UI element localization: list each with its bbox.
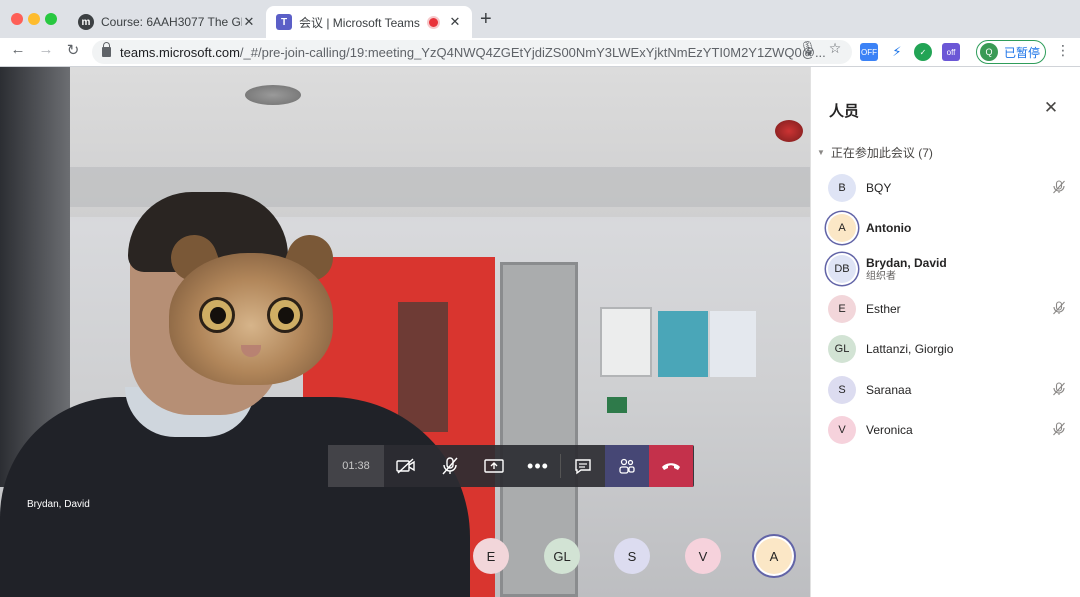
extension-off-icon[interactable]: OFF bbox=[860, 43, 878, 61]
moodle-icon: m bbox=[78, 14, 94, 30]
participant-name: BQY bbox=[866, 181, 892, 195]
avatar: A bbox=[828, 214, 856, 242]
browser-toolbar: ← → ↻ teams.microsoft.com /_#/pre-join-c… bbox=[0, 38, 1080, 67]
close-icon[interactable]: ✕ bbox=[448, 14, 462, 30]
participant-row[interactable]: B BQY bbox=[828, 172, 1068, 204]
participant-name: Esther bbox=[866, 302, 901, 316]
profile-avatar: Q bbox=[980, 43, 998, 61]
section-label: 正在参加此会议 (7) bbox=[830, 146, 933, 160]
participant-bubble-initials: S bbox=[627, 548, 637, 564]
browser-tab-bar: m Course: 6AAH3077 The Globa ✕ T 会议 | Mi… bbox=[0, 0, 1080, 38]
camera-off-button[interactable] bbox=[384, 445, 428, 487]
recording-indicator-icon bbox=[429, 17, 438, 27]
more-menu-icon[interactable]: ⋮ bbox=[1056, 42, 1070, 59]
participant-name: Antonio bbox=[866, 221, 912, 235]
hang-up-icon bbox=[662, 463, 680, 470]
hang-up-button[interactable] bbox=[649, 445, 693, 487]
lock-icon bbox=[102, 42, 111, 57]
call-timer: 01:38 bbox=[328, 445, 384, 487]
call-controls: 01:38 ••• bbox=[328, 445, 694, 487]
share-screen-icon bbox=[484, 458, 504, 473]
participant-name: Saranaa bbox=[866, 383, 912, 397]
browser-tab-course[interactable]: m Course: 6AAH3077 The Globa ✕ bbox=[68, 6, 266, 38]
mic-off-icon bbox=[442, 457, 458, 475]
participant-bubble-initials: E bbox=[486, 548, 496, 564]
participant-row[interactable]: GL Lattanzi, Giorgio bbox=[828, 333, 1068, 365]
tab-title: Course: 6AAH3077 The Globa bbox=[101, 15, 242, 29]
participant-bubble-initials: GL bbox=[553, 548, 571, 564]
reload-icon[interactable]: ↻ bbox=[63, 41, 83, 59]
address-bar[interactable]: teams.microsoft.com /_#/pre-join-calling… bbox=[92, 40, 852, 64]
participant-row[interactable]: S Saranaa bbox=[828, 374, 1068, 406]
participant-role: 组织者 bbox=[866, 270, 896, 282]
close-icon[interactable]: ✕ bbox=[1042, 98, 1060, 118]
close-icon[interactable]: ✕ bbox=[242, 14, 256, 30]
mic-off-icon bbox=[1050, 421, 1068, 439]
teams-icon: T bbox=[276, 14, 292, 30]
participants-icon bbox=[619, 458, 635, 474]
caret-down-icon: ▼ bbox=[817, 148, 825, 157]
extension-badge-off-icon[interactable]: off bbox=[942, 43, 960, 61]
avatar: S bbox=[828, 376, 856, 404]
mic-off-icon bbox=[1050, 381, 1068, 399]
in-meeting-section-toggle[interactable]: ▼ 正在参加此会议 (7) bbox=[817, 144, 933, 161]
people-panel: 人员 ✕ ▼ 正在参加此会议 (7) B BQY A Antonio DB Br… bbox=[810, 67, 1080, 597]
back-icon[interactable]: ← bbox=[8, 41, 28, 58]
participant-bubble[interactable]: S bbox=[614, 538, 650, 574]
avatar: GL bbox=[828, 335, 856, 363]
participant-bubble[interactable]: GL bbox=[544, 538, 580, 574]
participant-bubble-initials: V bbox=[698, 548, 708, 564]
microphone-icon[interactable]: 🎙 bbox=[799, 40, 817, 57]
panel-title: 人员 bbox=[829, 103, 860, 120]
camera-off-icon bbox=[396, 458, 415, 474]
participant-row[interactable]: V Veronica bbox=[828, 414, 1068, 446]
participant-name: Lattanzi, Giorgio bbox=[866, 342, 954, 356]
mic-off-icon bbox=[1050, 179, 1068, 197]
participant-row[interactable]: DB Brydan, David 组织者 bbox=[828, 253, 1068, 285]
chat-button[interactable] bbox=[561, 445, 605, 487]
profile-button[interactable]: Q 已暂停 bbox=[976, 40, 1046, 64]
participant-bubble[interactable]: E bbox=[473, 538, 509, 574]
participant-name: Brydan, David bbox=[866, 255, 947, 270]
new-tab-button[interactable]: + bbox=[480, 8, 500, 31]
lightning-extension-icon[interactable]: ⚡ bbox=[888, 43, 906, 61]
speaker-name-label: Brydan, David bbox=[27, 499, 90, 510]
extension-icon[interactable]: ✓ bbox=[914, 43, 932, 61]
profile-status: 已暂停 bbox=[1004, 45, 1041, 60]
ellipsis-icon: ••• bbox=[527, 455, 549, 476]
more-actions-button[interactable]: ••• bbox=[516, 445, 560, 487]
browser-tab-teams[interactable]: T 会议 | Microsoft Teams ✕ bbox=[266, 6, 472, 38]
close-window-button[interactable] bbox=[11, 13, 23, 25]
mic-off-icon bbox=[1050, 300, 1068, 318]
avatar: DB bbox=[828, 255, 856, 283]
url-host: teams.microsoft.com bbox=[120, 44, 240, 60]
bookmark-star-icon[interactable]: ☆ bbox=[826, 40, 844, 57]
chat-icon bbox=[575, 458, 591, 474]
participant-bubble-initials: A bbox=[769, 548, 779, 564]
video-stage: Brydan, David 01:38 ••• E GL S V A bbox=[0, 67, 810, 597]
participant-name: Veronica bbox=[866, 423, 913, 437]
avatar: B bbox=[828, 174, 856, 202]
minimize-window-button[interactable] bbox=[28, 13, 40, 25]
url-path: /_#/pre-join-calling/19:meeting_YzQ4NWQ4… bbox=[239, 44, 826, 60]
participant-row[interactable]: E Esther bbox=[828, 293, 1068, 325]
participant-bubble[interactable]: V bbox=[685, 538, 721, 574]
forward-icon[interactable]: → bbox=[36, 41, 56, 58]
participant-bubble-speaking[interactable]: A bbox=[756, 538, 792, 574]
maximize-window-button[interactable] bbox=[45, 13, 57, 25]
cat-face-sticker bbox=[163, 228, 340, 387]
participants-button[interactable] bbox=[605, 445, 649, 487]
participant-row[interactable]: A Antonio bbox=[828, 212, 1068, 244]
share-screen-button[interactable] bbox=[472, 445, 516, 487]
avatar: E bbox=[828, 295, 856, 323]
mute-button[interactable] bbox=[428, 445, 472, 487]
avatar: V bbox=[828, 416, 856, 444]
tab-title: 会议 | Microsoft Teams bbox=[299, 15, 420, 30]
